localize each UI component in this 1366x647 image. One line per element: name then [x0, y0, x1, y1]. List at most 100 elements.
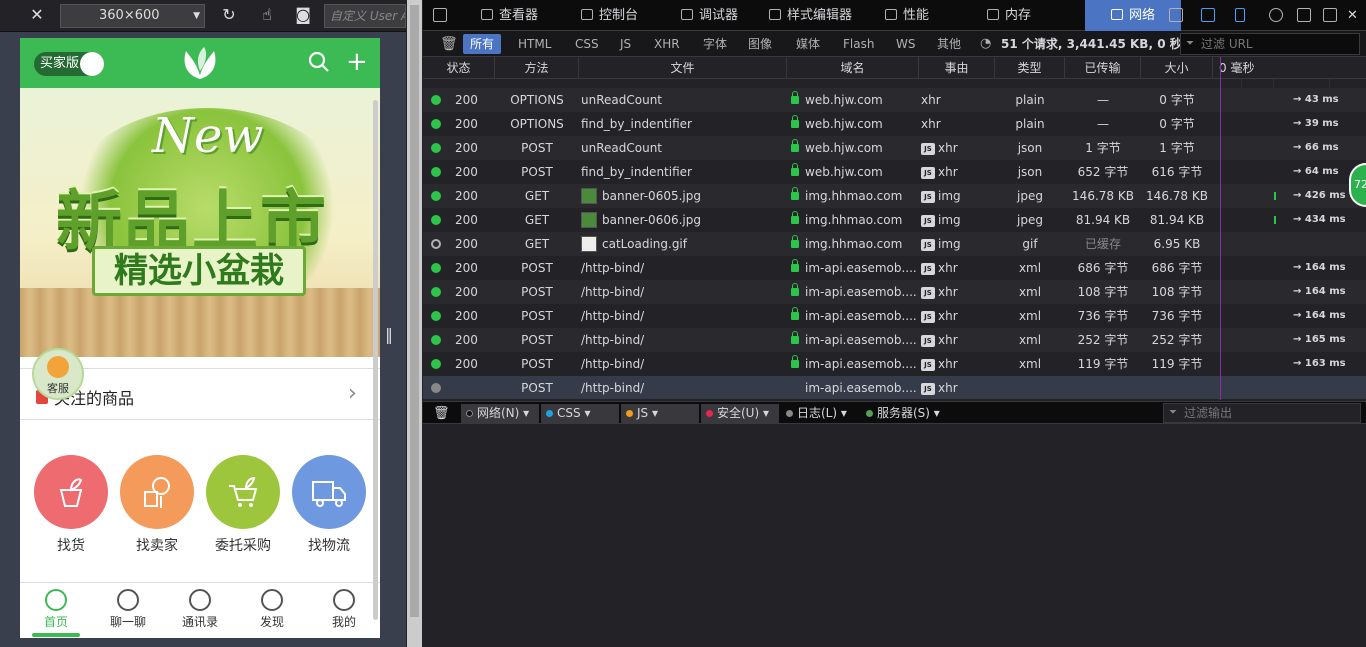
console-filter-logging[interactable]: 日志(L) ▾ — [781, 404, 859, 423]
device-size-select[interactable]: 360×600 ▼ — [60, 4, 205, 28]
console-filter-css[interactable]: CSS ▾ — [541, 404, 619, 423]
request-row[interactable]: 200 POST/http-bind/im-api.easemob.... JS xh… — [423, 352, 1366, 376]
tab-discover[interactable]: 发现 — [242, 589, 302, 630]
filter-other[interactable]: 其他 — [930, 34, 968, 54]
category-entrusted-purchase[interactable]: 委托采购 — [206, 455, 280, 555]
responsive-mode-icon[interactable] — [1235, 8, 1245, 22]
chat-bubble-icon — [117, 589, 139, 611]
tab-style-editor[interactable]: 样式编辑器 — [763, 0, 863, 31]
filter-media[interactable]: 媒体 — [789, 34, 827, 54]
filter-fonts[interactable]: 字体 — [696, 34, 734, 54]
customer-service-button[interactable]: 客服 — [32, 348, 84, 400]
settings-gear-icon[interactable] — [1269, 8, 1283, 22]
col-transferred[interactable]: 已传输 — [1065, 57, 1141, 79]
filter-html[interactable]: HTML — [511, 34, 558, 54]
clear-trash-icon[interactable]: 🗑 — [433, 34, 465, 54]
clear-console-icon[interactable]: 🗑 — [423, 404, 450, 423]
js-badge-icon: JS — [921, 287, 935, 299]
scrollbar-thumb[interactable] — [410, 5, 419, 617]
request-file: /http-bind/ — [581, 376, 785, 399]
col-domain[interactable]: 域名 — [787, 57, 919, 79]
request-row[interactable]: 200 POST unReadCount web.hjw.com JS xhr json 1 … — [423, 136, 1366, 160]
request-row[interactable]: 200 POST find_by_indentifier web.hjw.com JS x… — [423, 160, 1366, 184]
filter-all[interactable]: 所有 — [463, 34, 502, 54]
col-type[interactable]: 类型 — [995, 57, 1065, 79]
promo-banner[interactable]: New 新品上市 精选小盆栽 — [20, 88, 380, 357]
status-code: 200 — [455, 189, 478, 203]
request-type — [995, 376, 1065, 399]
request-timing: → 426 ms — [1293, 190, 1346, 201]
filter-ws[interactable]: WS — [889, 34, 922, 54]
tab-chat[interactable]: 聊一聊 — [98, 589, 158, 630]
viewport-scrollbar[interactable] — [373, 100, 378, 620]
request-row[interactable]: 200 GET banner-0606.jpg img.hhmao.com JS img j… — [423, 208, 1366, 232]
filter-flash[interactable]: Flash — [836, 34, 881, 54]
col-status[interactable]: 状态 — [423, 57, 495, 79]
request-type: xml — [1018, 333, 1042, 347]
resize-handle[interactable]: ‖ — [385, 325, 393, 344]
search-icon[interactable] — [308, 51, 330, 73]
split-console-icon[interactable] — [1201, 8, 1215, 22]
col-cause[interactable]: 事由 — [919, 57, 995, 79]
console-filter-server[interactable]: 服务器(S) ▾ — [861, 404, 941, 423]
request-timing: → 164 ms — [1293, 310, 1346, 321]
request-domain: web.hjw.com — [791, 112, 919, 136]
pane-scrollbar[interactable] — [407, 0, 422, 647]
tab-contacts[interactable]: 通讯录 — [170, 589, 230, 630]
user-agent-input[interactable]: 自定义 User Agent — [324, 4, 406, 28]
add-icon[interactable]: + — [346, 49, 368, 75]
filter-css[interactable]: CSS — [568, 34, 606, 54]
request-row[interactable]: 200 OPTIONS unReadCount web.hjw.com xhr plain… — [423, 88, 1366, 112]
tab-home[interactable]: 首页 — [26, 589, 86, 630]
console-filter-network[interactable]: 网络(N) ▾ — [461, 404, 539, 423]
console-filter-label: 日志(L) — [797, 406, 838, 420]
buyer-mode-toggle[interactable]: 买家版 — [34, 52, 104, 76]
col-size[interactable]: 大小 — [1141, 57, 1213, 79]
request-domain: im-api.easemob.... — [791, 304, 919, 328]
category-find-goods[interactable]: 找货 — [34, 455, 108, 555]
security-dot-icon — [706, 410, 713, 417]
separate-window-icon[interactable] — [1323, 8, 1337, 22]
filter-output-input[interactable]: 过滤输出 — [1163, 403, 1361, 423]
tab-inspector[interactable]: 查看器 — [475, 0, 571, 31]
category-find-logistics[interactable]: 找物流 — [292, 455, 366, 555]
filter-js[interactable]: JS — [613, 34, 638, 54]
request-row[interactable]: 200 POST/http-bind/im-api.easemob.... JS xh… — [423, 328, 1366, 352]
lock-icon — [791, 235, 799, 248]
request-row[interactable]: 200 OPTIONS find_by_indentifier web.hjw.com… — [423, 112, 1366, 136]
request-row[interactable]: POST/http-bind/im-api.easemob.... JS xhr — [423, 376, 1366, 399]
tab-performance[interactable]: 性能 — [879, 0, 975, 31]
request-row[interactable]: 200 POST/http-bind/im-api.easemob.... JS xh… — [423, 304, 1366, 328]
screenshot-icon[interactable]: ◙ — [290, 2, 316, 28]
lock-icon — [791, 139, 799, 152]
tab-network[interactable]: 网络 — [1085, 0, 1181, 31]
touch-simulation-icon[interactable]: ☝ — [254, 2, 280, 28]
filter-xhr[interactable]: XHR — [647, 34, 687, 54]
col-waterfall[interactable]: 0 毫秒 — [1213, 57, 1366, 79]
request-row[interactable]: 200 POST/http-bind/im-api.easemob.... JS xh… — [423, 280, 1366, 304]
request-row[interactable]: 200 GET banner-0605.jpg img.hhmao.com JS img j… — [423, 184, 1366, 208]
element-picker-icon[interactable] — [433, 8, 447, 22]
tab-debugger[interactable]: 调试器 — [675, 0, 761, 31]
tab-console[interactable]: 控制台 — [575, 0, 671, 31]
console-filter-security[interactable]: 安全(U) ▾ — [701, 404, 779, 423]
request-cause: JS xhr — [921, 304, 995, 328]
col-file[interactable]: 文件 — [579, 57, 787, 79]
console-filter-js[interactable]: JS ▾ — [621, 404, 699, 423]
floating-badge[interactable]: 72 — [1349, 163, 1366, 207]
panel-layout-icon[interactable] — [1169, 8, 1183, 22]
tab-memory[interactable]: 内存 — [981, 0, 1077, 31]
filter-url-input[interactable]: 过滤 URL — [1180, 33, 1360, 55]
console-filter-label: JS — [637, 406, 649, 420]
close-icon[interactable]: ✕ — [24, 2, 50, 28]
category-find-seller[interactable]: 找卖家 — [120, 455, 194, 555]
tab-me[interactable]: 我的 — [314, 589, 374, 630]
request-method: POST — [521, 261, 553, 275]
dock-icon[interactable] — [1297, 8, 1311, 22]
request-row[interactable]: 200 GET catLoading.gif img.hhmao.com JS img gi… — [423, 232, 1366, 256]
col-method[interactable]: 方法 — [495, 57, 579, 79]
request-row[interactable]: 200 POST/http-bind/im-api.easemob.... JS xh… — [423, 256, 1366, 280]
filter-images[interactable]: 图像 — [741, 34, 779, 54]
rotate-icon[interactable]: ↻ — [216, 2, 242, 28]
close-devtools-icon[interactable]: ✕ — [1345, 0, 1365, 31]
